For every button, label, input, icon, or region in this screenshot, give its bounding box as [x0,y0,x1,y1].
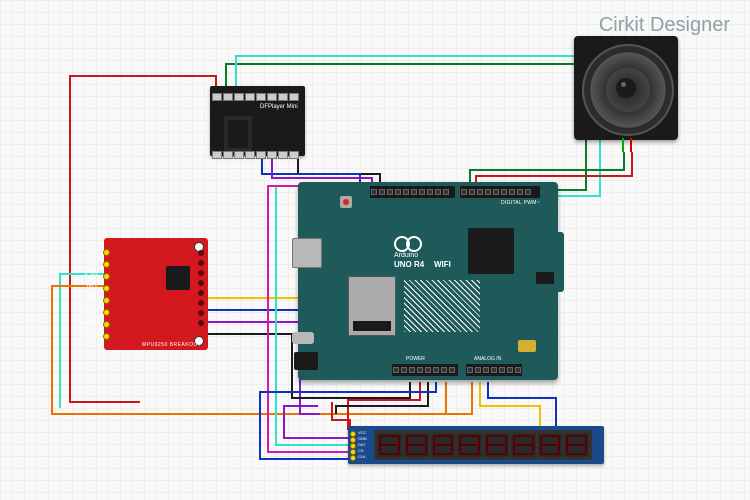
wire-a-orange [446,382,472,414]
usb-b-port-icon [292,238,322,268]
dfplayer-pins-top [212,88,303,96]
speaker-cap-icon [616,78,636,98]
uno-model: UNO R4 [394,260,424,269]
wire-spk-n [476,152,632,186]
digit-7 [564,433,589,457]
digit-6 [538,433,563,457]
mcu-chip-icon [468,228,514,274]
uno-header-analog[interactable] [466,364,522,376]
mpu-chip-icon [166,266,190,290]
label-power: POWER [406,356,425,362]
mpu-pin-add: ADD [80,318,104,330]
reset-button[interactable] [340,196,352,208]
mpu-header: 12113.3VINTSCLSDAADDGND [80,246,104,342]
dfplayer-label: DFPlayer Mini [260,104,298,110]
digit-2 [431,433,456,457]
label-digital: DIGITAL PWM~ [501,200,540,206]
digit-5 [511,433,536,457]
brand-suffix: Designer [650,14,730,36]
component-mpu9250[interactable]: MPU9250 BREAKOUT 12113.3VINTSCLSDAADDGND [80,238,208,350]
mpu-name: MPU9250 BREAKOUT [142,342,201,348]
7seg-header: VCCGNDDIOCSCLK [350,430,364,460]
mpu-pin-12: 12 [80,246,104,258]
component-speaker[interactable] [574,36,678,140]
label-analog: ANALOG IN [474,356,501,362]
brand-name: Cirkit [599,14,645,36]
wire-a-blue [488,382,556,430]
usb-c-port-icon [292,332,314,344]
uno-brand: Arduino [394,252,418,259]
7seg-pin-clk: CLK [350,454,364,460]
uno-header-top-right[interactable] [460,186,540,198]
digit-0 [377,433,402,457]
mpu-pin-int: INT [80,282,104,294]
esp-module-icon [348,276,396,336]
barrel-jack-icon [294,352,318,370]
mpu-pin-scl: SCL [80,294,104,306]
digit-4 [484,433,509,457]
dfplayer-pins-bottom [212,146,303,154]
wire-a-yellow [480,382,540,430]
component-arduino-uno[interactable]: DIGITAL PWM~ Arduino UNO R4 WIFI POWER A… [298,182,558,380]
led-matrix-icon [404,280,480,332]
7seg-display-area [374,430,592,460]
wire-7seg-vcc-red [332,402,350,430]
mpu-pin-3.3v: 3.3V [80,270,104,282]
wire-spk-p [470,152,624,186]
arduino-logo-icon [394,236,422,250]
wire-5v-red [348,382,420,430]
speaker-wire-pos [622,138,624,152]
component-7seg-display[interactable]: VCCGNDDIOCSCLK [348,426,604,464]
speaker-wire-neg [630,138,632,152]
brand-watermark: Cirkit Designer [599,14,730,37]
digit-3 [457,433,482,457]
uno-wifi: WIFI [434,260,451,269]
uno-header-top-left[interactable] [370,186,455,198]
mpu-pin-sda: SDA [80,306,104,318]
mpu-pin-11: 11 [80,258,104,270]
mpu-pin-gnd: GND [80,330,104,342]
mpu-board: MPU9250 BREAKOUT [104,238,208,350]
uno-header-power[interactable] [392,364,458,376]
canvas[interactable]: Cirkit Designer [0,0,750,500]
icsp-header[interactable] [536,272,554,284]
component-dfplayer[interactable]: DFPlayer Mini [210,86,305,156]
wire-gnd-black2 [336,382,428,414]
crypto-chip-icon [518,340,536,352]
wire-7seg-gnd-purple [284,406,350,438]
digit-1 [404,433,429,457]
